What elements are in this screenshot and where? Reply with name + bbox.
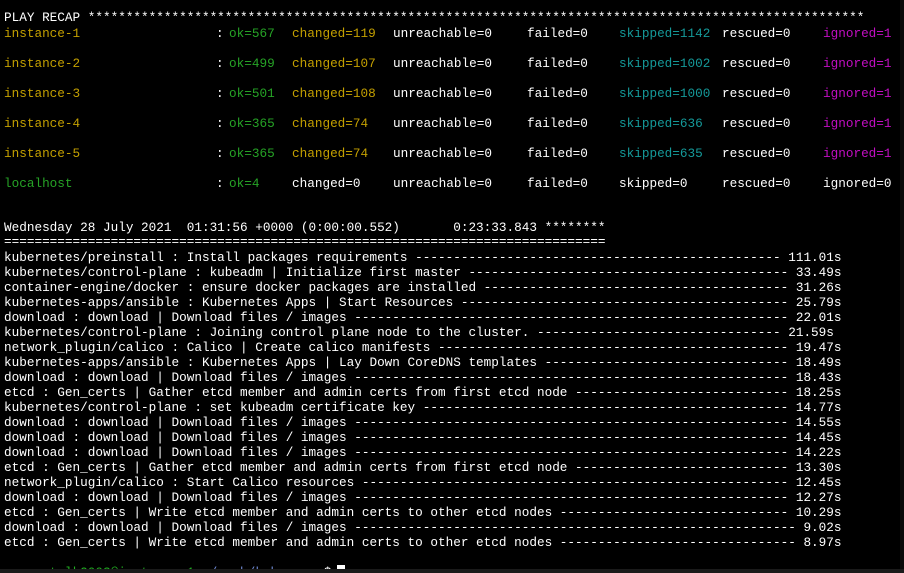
vertical-scrollbar[interactable] bbox=[900, 0, 904, 569]
ok-count: ok=365 bbox=[229, 116, 275, 131]
changed-count: changed=108 bbox=[292, 86, 376, 101]
host-name: instance-5 bbox=[4, 146, 81, 161]
rescued-count: rescued=0 bbox=[722, 56, 791, 71]
task-timing-line: download : download | Download files / i… bbox=[4, 445, 842, 460]
rescued-count: rescued=0 bbox=[722, 146, 791, 161]
task-timing-line: container-engine/docker : ensure docker … bbox=[4, 280, 842, 295]
failed-count: failed=0 bbox=[527, 116, 588, 131]
task-timing-line: etcd : Gen_certs | Write etcd member and… bbox=[4, 535, 842, 550]
task-timing-line: download : download | Download files / i… bbox=[4, 310, 842, 325]
ok-count: ok=567 bbox=[229, 26, 275, 41]
task-timing-line: network_plugin/calico : Calico | Create … bbox=[4, 340, 842, 355]
failed-count: failed=0 bbox=[527, 26, 588, 41]
host-separator: : bbox=[216, 26, 224, 41]
host-separator: : bbox=[216, 116, 224, 131]
ignored-count: ignored=1 bbox=[823, 116, 892, 131]
unreachable-count: unreachable=0 bbox=[393, 146, 492, 161]
task-timing-line: etcd : Gen_certs | Write etcd member and… bbox=[4, 505, 842, 520]
task-timing-line: etcd : Gen_certs | Gather etcd member an… bbox=[4, 460, 842, 475]
host-name: instance-4 bbox=[4, 116, 81, 131]
timing-rule: ========================================… bbox=[4, 234, 606, 249]
unreachable-count: unreachable=0 bbox=[393, 26, 492, 41]
failed-count: failed=0 bbox=[527, 176, 588, 191]
unreachable-count: unreachable=0 bbox=[393, 86, 492, 101]
terminal-window[interactable]: PLAY RECAP *****************************… bbox=[0, 0, 904, 573]
host-separator: : bbox=[216, 86, 224, 101]
host-name: instance-2 bbox=[4, 56, 81, 71]
task-timing-line: kubernetes-apps/ansible : Kubernetes App… bbox=[4, 355, 842, 370]
unreachable-count: unreachable=0 bbox=[393, 116, 492, 131]
skipped-count: skipped=636 bbox=[619, 116, 703, 131]
play-recap-title: PLAY RECAP *****************************… bbox=[4, 10, 865, 25]
changed-count: changed=74 bbox=[292, 116, 369, 131]
task-timing-line: download : download | Download files / i… bbox=[4, 415, 842, 430]
failed-count: failed=0 bbox=[527, 86, 588, 101]
host-name: instance-1 bbox=[4, 26, 81, 41]
skipped-count: skipped=1142 bbox=[619, 26, 711, 41]
ignored-count: ignored=1 bbox=[823, 26, 892, 41]
task-timing-line: kubernetes/control-plane : Joining contr… bbox=[4, 325, 834, 340]
changed-count: changed=119 bbox=[292, 26, 376, 41]
changed-count: changed=0 bbox=[292, 176, 361, 191]
task-timing-line: etcd : Gen_certs | Gather etcd member an… bbox=[4, 385, 842, 400]
task-timing-line: kubernetes/control-plane : set kubeadm c… bbox=[4, 400, 842, 415]
ok-count: ok=4 bbox=[229, 176, 260, 191]
unreachable-count: unreachable=0 bbox=[393, 56, 492, 71]
ok-count: ok=365 bbox=[229, 146, 275, 161]
timing-header: Wednesday 28 July 2021 01:31:56 +0000 (0… bbox=[4, 220, 606, 235]
failed-count: failed=0 bbox=[527, 146, 588, 161]
host-name: localhost bbox=[4, 176, 73, 191]
ignored-count: ignored=1 bbox=[823, 56, 892, 71]
host-name: instance-3 bbox=[4, 86, 81, 101]
host-separator: : bbox=[216, 176, 224, 191]
host-separator: : bbox=[216, 56, 224, 71]
rescued-count: rescued=0 bbox=[722, 176, 791, 191]
failed-count: failed=0 bbox=[527, 56, 588, 71]
ignored-count: ignored=1 bbox=[823, 86, 892, 101]
rescued-count: rescued=0 bbox=[722, 86, 791, 101]
task-timing-line: network_plugin/calico : Start Calico res… bbox=[4, 475, 842, 490]
skipped-count: skipped=0 bbox=[619, 176, 688, 191]
host-separator: : bbox=[216, 146, 224, 161]
task-timing-line: download : download | Download files / i… bbox=[4, 370, 842, 385]
changed-count: changed=74 bbox=[292, 146, 369, 161]
skipped-count: skipped=1000 bbox=[619, 86, 711, 101]
task-timing-line: download : download | Download files / i… bbox=[4, 430, 842, 445]
rescued-count: rescued=0 bbox=[722, 26, 791, 41]
ignored-count: ignored=1 bbox=[823, 146, 892, 161]
changed-count: changed=107 bbox=[292, 56, 376, 71]
rescued-count: rescued=0 bbox=[722, 116, 791, 131]
shell-prompt[interactable]: metalk2003@instance-1:~/.ssh/kubespray$ bbox=[4, 550, 346, 573]
ignored-count: ignored=0 bbox=[823, 176, 892, 191]
task-timing-line: kubernetes/control-plane : kubeadm | Ini… bbox=[4, 265, 842, 280]
skipped-count: skipped=1002 bbox=[619, 56, 711, 71]
horizontal-scrollbar[interactable] bbox=[0, 569, 904, 573]
task-timing-line: download : download | Download files / i… bbox=[4, 490, 842, 505]
unreachable-count: unreachable=0 bbox=[393, 176, 492, 191]
task-timing-line: kubernetes-apps/ansible : Kubernetes App… bbox=[4, 295, 842, 310]
task-timing-line: kubernetes/preinstall : Install packages… bbox=[4, 250, 842, 265]
ok-count: ok=499 bbox=[229, 56, 275, 71]
skipped-count: skipped=635 bbox=[619, 146, 703, 161]
ok-count: ok=501 bbox=[229, 86, 275, 101]
task-timing-line: download : download | Download files / i… bbox=[4, 520, 842, 535]
